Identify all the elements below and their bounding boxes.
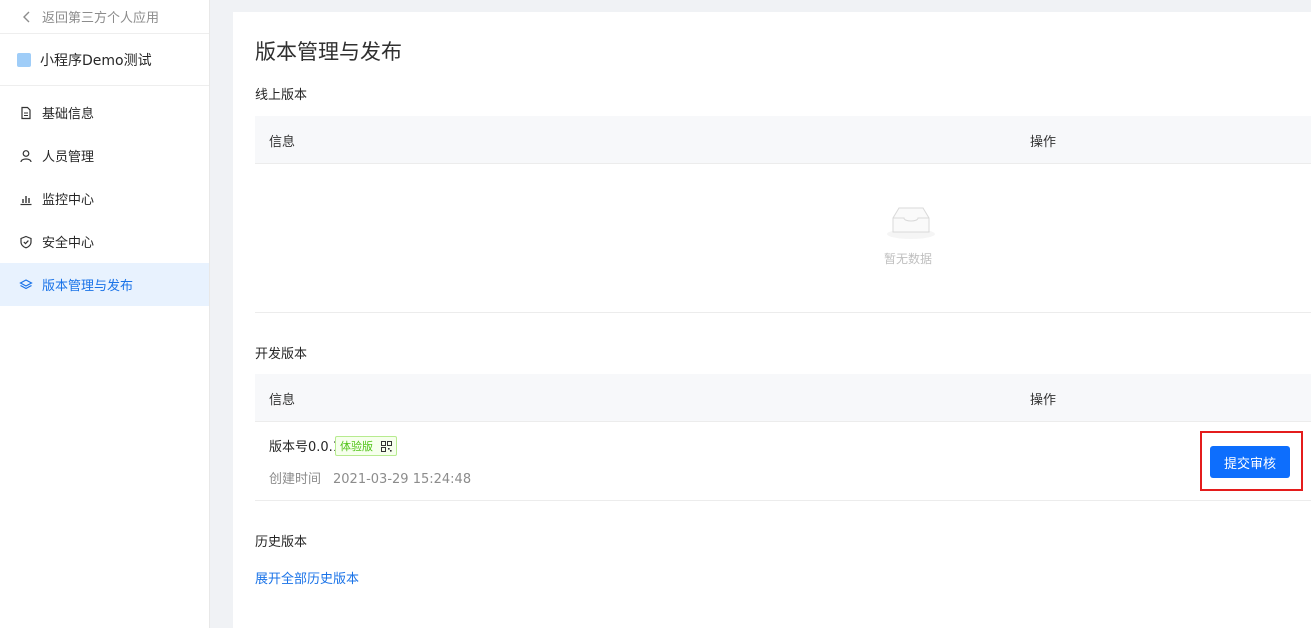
back-link-label: 返回第三方个人应用 [42, 11, 160, 26]
dev-table-header: 信息 操作 [255, 374, 1311, 422]
expand-history-link[interactable]: 展开全部历史版本 [255, 568, 359, 587]
dev-version-label: 开发版本 [255, 347, 308, 362]
online-empty-state: 暂无数据 [255, 164, 1311, 313]
table-row: 版本号0.0.1 体验版 创建时间 2021-03-29 15:24:48 提交审… [255, 422, 1311, 501]
online-version-label: 线上版本 [255, 88, 308, 103]
document-icon [19, 106, 33, 120]
shield-icon [19, 235, 33, 249]
sidebar-item-label: 基础信息 [42, 107, 95, 122]
page-title: 版本管理与发布 [255, 40, 402, 64]
sidebar: 返回第三方个人应用 小程序Demo测试 基础信息 人员管理 监控中心 安全中心 … [0, 0, 210, 628]
online-table-header: 信息 操作 [255, 116, 1311, 164]
sidebar-item-version-release[interactable]: 版本管理与发布 [0, 263, 209, 306]
main-panel: 版本管理与发布 线上版本 信息 操作 暂无数据 开发版本 信息 操作 版本号0.… [233, 12, 1311, 628]
qr-code-icon[interactable] [381, 440, 392, 452]
sidebar-item-label: 安全中心 [42, 236, 95, 251]
sidebar-item-label: 版本管理与发布 [42, 279, 134, 294]
submit-review-button[interactable]: 提交审核 [1210, 446, 1290, 478]
chevron-left-icon [23, 11, 30, 22]
col-action-header: 操作 [1030, 135, 1057, 150]
trial-version-badge[interactable]: 体验版 [335, 436, 397, 456]
app-title: 小程序Demo测试 [0, 34, 209, 86]
layers-icon [19, 278, 33, 292]
app-logo-icon [17, 52, 31, 67]
sidebar-item-monitor[interactable]: 监控中心 [0, 177, 209, 220]
col-info-header: 信息 [269, 393, 296, 408]
col-info-header: 信息 [269, 135, 296, 150]
version-number: 版本号0.0.1 [269, 440, 342, 455]
created-value: 2021-03-29 15:24:48 [333, 472, 472, 487]
sidebar-item-label: 人员管理 [42, 150, 95, 165]
badge-label: 体验版 [340, 440, 373, 453]
sidebar-item-basic-info[interactable]: 基础信息 [0, 91, 209, 134]
sidebar-item-security[interactable]: 安全中心 [0, 220, 209, 263]
sidebar-item-label: 监控中心 [42, 193, 95, 208]
col-action-header: 操作 [1030, 393, 1057, 408]
user-icon [19, 149, 33, 163]
back-link[interactable]: 返回第三方个人应用 [0, 0, 209, 34]
app-name: 小程序Demo测试 [40, 52, 152, 69]
empty-inbox-icon [887, 207, 935, 239]
sidebar-item-members[interactable]: 人员管理 [0, 134, 209, 177]
history-version-label: 历史版本 [255, 535, 308, 550]
created-label: 创建时间 [269, 472, 322, 487]
bar-chart-icon [19, 192, 33, 206]
empty-text: 暂无数据 [884, 252, 933, 266]
created-time: 创建时间 2021-03-29 15:24:48 [269, 468, 471, 487]
